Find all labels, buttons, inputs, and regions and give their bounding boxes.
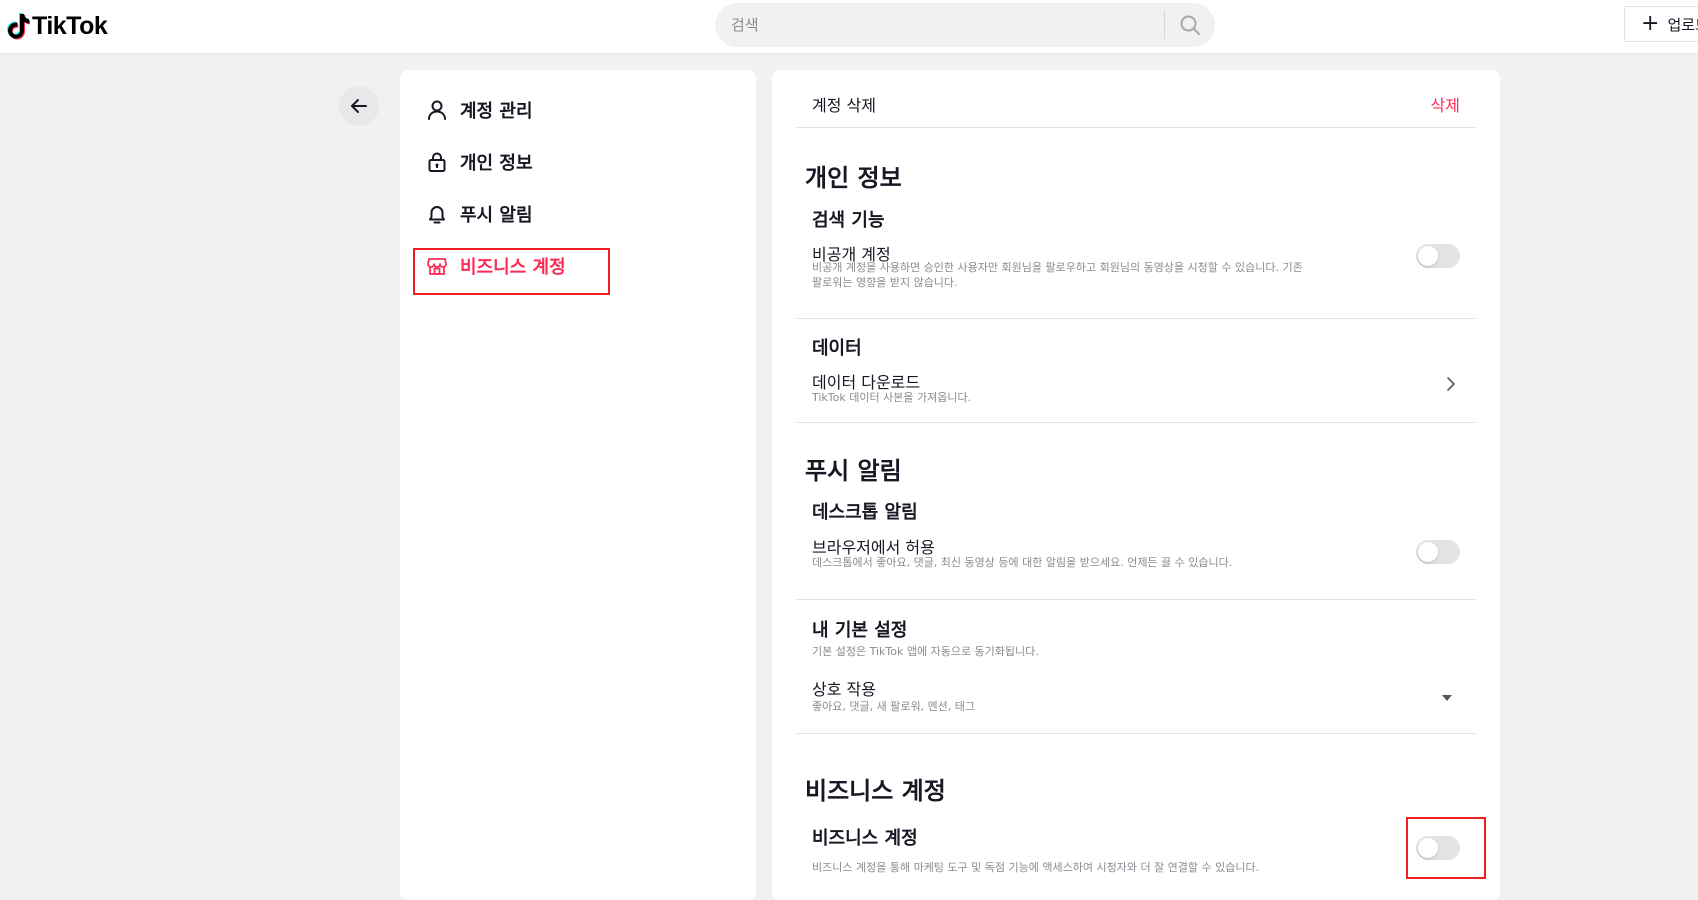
logo-text: TikTok (32, 11, 108, 40)
settings-content: 계정 삭제 삭제 개인 정보 검색 기능 비공개 계정 비공개 계정을 사용하면… (772, 70, 1500, 900)
delete-account-label: 계정 삭제 (812, 96, 876, 115)
sidebar-item-business-account[interactable]: 비즈니스 계정 (425, 252, 566, 280)
interactions-description: 좋아요, 댓글, 새 팔로워, 멘션, 태그 (812, 700, 976, 713)
section-title-push-notifications: 푸시 알림 (805, 457, 902, 485)
subsection-title-data: 데이터 (812, 338, 862, 359)
sidebar-item-push-notifications[interactable]: 푸시 알림 (425, 200, 533, 228)
store-icon (425, 254, 449, 278)
business-account-label: 비즈니스 계정 (812, 828, 918, 849)
private-account-description: 비공개 계정을 사용하면 승인한 사용자만 회원님을 팔로우하고 회원님의 동영… (812, 260, 1303, 290)
allow-in-browser-toggle[interactable] (1416, 540, 1460, 564)
download-data-description: TikTok 데이터 사본을 가져옵니다. (812, 391, 972, 404)
search-bar (715, 2, 1215, 48)
delete-account-button[interactable]: 삭제 (1431, 92, 1460, 116)
interactions-label[interactable]: 상호 작용 (812, 676, 876, 700)
sidebar-item-label: 비즈니스 계정 (460, 257, 566, 278)
search-icon (1180, 15, 1200, 35)
bell-icon (425, 202, 449, 226)
dropdown-arrow-icon[interactable] (1442, 695, 1452, 701)
sidebar-item-account[interactable]: 계정 관리 (425, 96, 533, 124)
sidebar-item-label: 계정 관리 (460, 101, 533, 122)
back-button[interactable] (339, 86, 379, 126)
divider (796, 733, 1476, 734)
preferences-description: 기본 설정은 TikTok 앱에 자동으로 동기화됩니다. (812, 645, 1039, 658)
chevron-right-icon[interactable] (1444, 377, 1458, 391)
upload-button[interactable]: + 업로드 (1624, 6, 1698, 42)
business-account-description: 비즈니스 계정을 통해 마케팅 도구 및 독점 기능에 액세스하여 시청자와 더… (812, 861, 1260, 874)
sidebar-item-privacy[interactable]: 개인 정보 (425, 148, 533, 176)
toggle-knob (1418, 838, 1438, 858)
private-account-toggle[interactable] (1416, 244, 1460, 268)
search-input[interactable] (715, 2, 1164, 48)
sidebar-item-label: 개인 정보 (460, 153, 533, 174)
divider (796, 422, 1476, 423)
section-title-business-account: 비즈니스 계정 (805, 777, 946, 805)
sidebar-item-label: 푸시 알림 (460, 205, 533, 226)
upload-label: 업로드 (1667, 15, 1698, 34)
section-title-privacy: 개인 정보 (805, 164, 902, 192)
toggle-knob (1418, 542, 1438, 562)
subsection-title-preferences: 내 기본 설정 (812, 620, 908, 641)
allow-in-browser-description: 데스크톱에서 좋아요, 댓글, 최신 동영상 등에 대한 알림을 받으세요. 언… (812, 556, 1233, 569)
search-button[interactable] (1165, 3, 1215, 47)
toggle-knob (1418, 246, 1438, 266)
private-account-description-line: 비공개 계정을 사용하면 승인한 사용자만 회원님을 팔로우하고 회원님의 동영… (812, 261, 1303, 274)
plus-icon: + (1641, 11, 1660, 36)
person-icon (425, 98, 449, 122)
divider (796, 599, 1476, 600)
divider (796, 127, 1476, 128)
subsection-title-discoverability: 검색 기능 (812, 210, 885, 231)
lock-icon (425, 150, 449, 174)
subsection-title-desktop-notifications: 데스크톱 알림 (812, 502, 918, 523)
tiktok-logo[interactable]: TikTok (6, 10, 108, 42)
top-header: TikTok + 업로드 (0, 0, 1698, 54)
tiktok-note-icon (7, 13, 30, 40)
arrow-left-icon (351, 99, 367, 113)
business-account-toggle[interactable] (1416, 836, 1460, 860)
divider (796, 318, 1476, 319)
settings-sidebar: 계정 관리 개인 정보 푸시 알림 비즈니스 계정 (400, 70, 756, 900)
private-account-description-line: 팔로워는 영향을 받지 않습니다. (812, 276, 958, 289)
